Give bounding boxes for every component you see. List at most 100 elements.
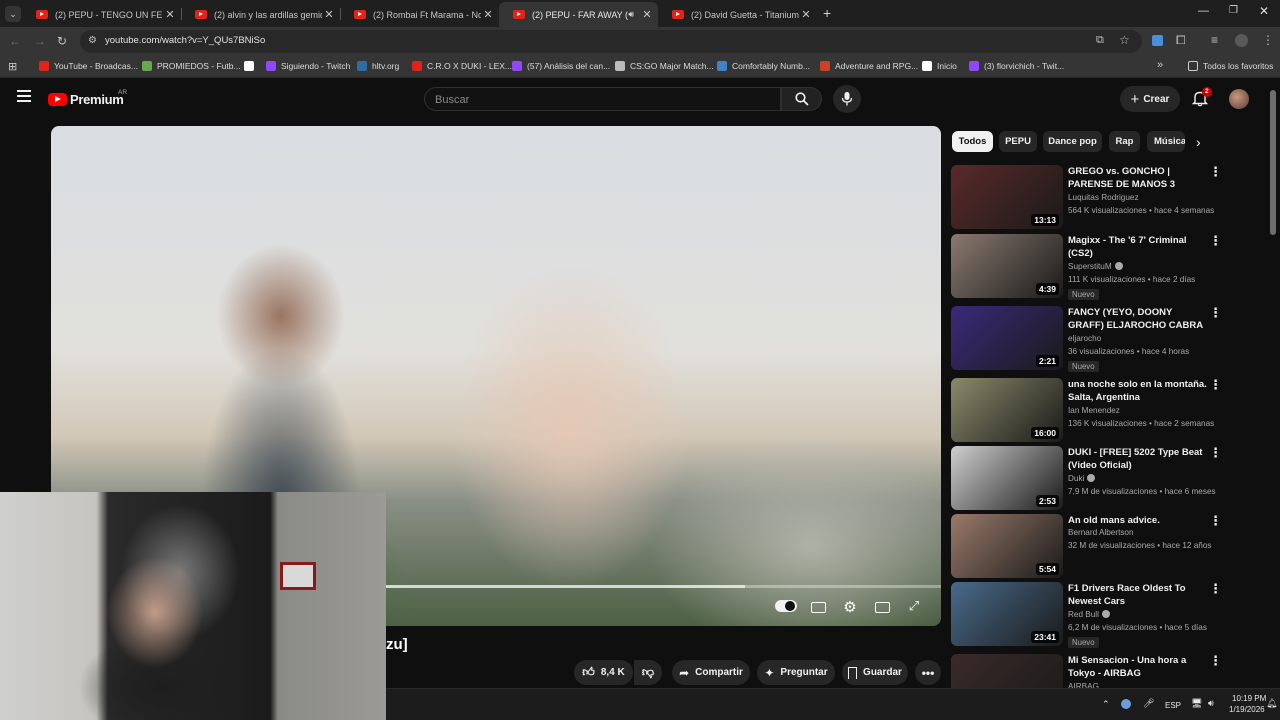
fullscreen-icon[interactable]: ⤢ <box>904 598 924 618</box>
channel-name[interactable]: Duki <box>1068 474 1096 483</box>
bookmark-item[interactable]: PROMIEDOS - Futb... <box>142 61 241 71</box>
more-options-icon[interactable]: ⋮ <box>1209 446 1222 462</box>
browser-menu-icon[interactable]: ⋮ <box>1262 34 1274 46</box>
dislike-button[interactable]: 👎︎ <box>634 660 662 685</box>
create-button[interactable]: + Crear <box>1120 86 1180 112</box>
hamburger-menu-icon[interactable] <box>17 90 31 102</box>
like-button[interactable]: 👍︎ 8,4 K <box>574 660 633 685</box>
more-options-icon[interactable]: ⋮ <box>1209 654 1222 670</box>
account-avatar[interactable] <box>1229 89 1249 109</box>
browser-tab[interactable]: (2) alvin y las ardillas gemidos✕ <box>181 2 340 27</box>
video-thumbnail[interactable]: 4:39 <box>951 234 1063 298</box>
back-arrow-icon[interactable]: ← <box>9 35 21 47</box>
channel-name[interactable]: eljarocho <box>1068 334 1101 343</box>
channel-name[interactable]: Red Bull <box>1068 610 1110 619</box>
recommended-video[interactable]: 2:21 FANCY (YEYO, DOONY GRAFF) ELJAROCHO … <box>951 306 1261 372</box>
install-app-icon[interactable]: ⧉ <box>1096 34 1104 47</box>
more-options-icon[interactable]: ⋮ <box>1209 582 1222 598</box>
more-options-icon[interactable]: ⋮ <box>1209 165 1222 181</box>
clock-date[interactable]: 1/19/2026 <box>1229 705 1265 714</box>
video-title[interactable]: una noche solo en la montaña. Salta, Arg… <box>1068 378 1208 404</box>
close-tab-icon[interactable]: ✕ <box>640 8 654 21</box>
chips-next-chevron-icon[interactable]: › <box>1196 134 1201 150</box>
address-bar[interactable]: ⚙ youtube.com/watch?v=Y_QUs7BNiSo ⧉ ☆ <box>80 30 1142 53</box>
recommended-video[interactable]: 23:41 F1 Drivers Race Oldest To Newest Ca… <box>951 582 1261 648</box>
bookmark-item[interactable]: Siguiendo - Twitch <box>266 61 350 71</box>
more-actions-button[interactable]: ••• <box>915 660 941 685</box>
network-icon[interactable]: 🖥︎ <box>1191 698 1202 709</box>
more-options-icon[interactable]: ⋮ <box>1209 378 1222 394</box>
close-tab-icon[interactable]: ✕ <box>163 8 177 21</box>
extensions-puzzle-icon[interactable]: ⧠ <box>1176 34 1186 46</box>
notification-bell-icon[interactable]: 🔔︎ <box>1266 698 1277 709</box>
recommended-video[interactable]: 5:54 An old mans advice. Bernard Albertson… <box>951 514 1261 578</box>
channel-name[interactable]: Ian Menendez <box>1068 406 1120 415</box>
bookmark-item[interactable]: hltv.org <box>357 61 399 71</box>
notifications-button[interactable]: 2 <box>1191 87 1212 108</box>
volume-icon[interactable]: 🔊︎ <box>1208 698 1214 709</box>
share-button[interactable]: ➦ Compartir <box>672 660 750 685</box>
more-options-icon[interactable]: ⋮ <box>1209 306 1222 322</box>
search-input[interactable]: Buscar <box>424 87 781 111</box>
browser-tab[interactable]: (2) David Guetta - Titanium ft. S✕ <box>658 2 817 27</box>
bookmark-item[interactable]: Comfortably Numb... <box>717 61 810 71</box>
more-options-icon[interactable]: ⋮ <box>1209 234 1222 250</box>
all-bookmarks-folder[interactable]: Todos los favoritos <box>1188 61 1273 71</box>
media-control-icon[interactable]: ≡ <box>1211 34 1218 46</box>
autoplay-toggle[interactable] <box>775 600 797 612</box>
recommended-video[interactable]: 16:00 una noche solo en la montaña. Salta… <box>951 378 1261 442</box>
video-title[interactable]: Magixx - The '6 7' Criminal (CS2) <box>1068 234 1208 260</box>
chip-dance-pop[interactable]: Dance pop <box>1043 131 1102 152</box>
clock-time[interactable]: 10:19 PM <box>1232 694 1266 703</box>
recommended-video[interactable]: 4:39 Magixx - The '6 7' Criminal (CS2) Sup… <box>951 234 1261 300</box>
chip-pepu[interactable]: PEPU <box>999 131 1037 152</box>
reload-icon[interactable]: ↻ <box>57 35 67 47</box>
channel-name[interactable]: SuperstituM <box>1068 262 1123 271</box>
bookmark-item[interactable]: Adventure and RPG... <box>820 61 918 71</box>
miniplayer-icon[interactable] <box>872 598 892 618</box>
video-title[interactable]: FANCY (YEYO, DOONY GRAFF) ELJAROCHO CABR… <box>1068 306 1208 332</box>
video-thumbnail[interactable]: 2:53 <box>951 446 1063 510</box>
restore-window-button[interactable]: ❐ <box>1229 5 1238 16</box>
page-scrollbar[interactable] <box>1270 90 1276 235</box>
minimize-window-button[interactable]: — <box>1198 5 1209 17</box>
profile-avatar-icon[interactable] <box>1235 34 1248 47</box>
channel-name[interactable]: Luquitas Rodriguez <box>1068 193 1139 202</box>
recommended-video[interactable]: 13:13 GREGO vs. GONCHO | PARENSE DE MANOS… <box>951 165 1261 229</box>
tab-search-button[interactable]: ⌄ <box>5 6 21 22</box>
video-thumbnail[interactable]: 2:21 <box>951 306 1063 370</box>
video-title[interactable]: An old mans advice. <box>1068 514 1208 527</box>
bookmark-item[interactable]: (57) Análisis del can... <box>512 61 610 71</box>
audio-playing-icon[interactable]: 🔊︎ <box>628 9 634 20</box>
close-window-button[interactable]: ✕ <box>1259 4 1269 18</box>
forward-arrow-icon[interactable]: → <box>34 35 46 47</box>
video-thumbnail[interactable]: 16:00 <box>951 378 1063 442</box>
bookmark-item[interactable]: YouTube - Broadcas... <box>39 61 138 71</box>
browser-tab[interactable]: (2) PEPU - FAR AWAY (Vide🔊︎ ✕ <box>499 2 658 27</box>
bookmark-star-icon[interactable]: ☆ <box>1119 33 1130 47</box>
new-tab-plus-icon[interactable]: + <box>823 5 831 21</box>
more-bookmarks-chevron-icon[interactable]: » <box>1157 59 1163 71</box>
tray-overflow-chevron-icon[interactable]: ⌃ <box>1102 699 1110 710</box>
chip-musica[interactable]: Música <box>1147 131 1185 152</box>
video-title[interactable]: F1 Drivers Race Oldest To Newest Cars <box>1068 582 1208 608</box>
bookmark-item[interactable]: Inicio <box>922 61 957 71</box>
video-thumbnail[interactable]: 23:41 <box>951 582 1063 646</box>
chip-rap[interactable]: Rap <box>1109 131 1140 152</box>
video-title[interactable]: DUKI - [FREE] 5202 Type Beat (Video Ofic… <box>1068 446 1208 472</box>
bookmark-item[interactable]: (3) florvichich - Twit... <box>969 61 1064 71</box>
settings-gear-icon[interactable]: ⚙ <box>840 598 860 618</box>
close-tab-icon[interactable]: ✕ <box>481 8 495 21</box>
bookmark-item[interactable] <box>244 61 259 71</box>
extension-icon[interactable] <box>1152 35 1163 46</box>
video-thumbnail[interactable]: 13:13 <box>951 165 1063 229</box>
youtube-logo[interactable]: Premium <box>48 92 124 107</box>
search-button[interactable] <box>781 87 822 111</box>
subtitles-icon[interactable] <box>808 598 828 618</box>
browser-tab[interactable]: (2) PEPU - TENGO UN FEELING✕ <box>22 2 181 27</box>
tray-app-icon[interactable] <box>1121 699 1131 709</box>
recommended-video[interactable]: 2:53 DUKI - [FREE] 5202 Type Beat (Video … <box>951 446 1261 510</box>
video-title[interactable]: Mi Sensacion - Una hora a Tokyo - AIRBAG <box>1068 654 1208 680</box>
more-options-icon[interactable]: ⋮ <box>1209 514 1222 530</box>
chip-todos[interactable]: Todos <box>952 131 993 152</box>
